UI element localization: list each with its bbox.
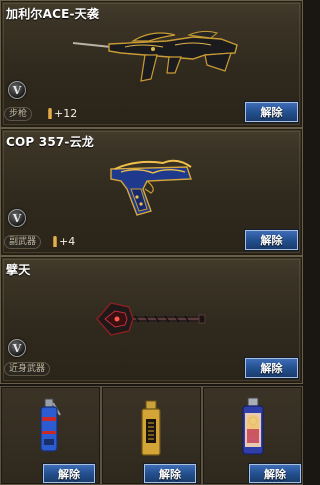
v-badge: V bbox=[8, 209, 26, 227]
pistol-icon bbox=[110, 159, 192, 216]
bullet-icon bbox=[53, 236, 57, 247]
throwable-slot-flashbang: 解除 bbox=[202, 386, 303, 485]
smoke-grenade-icon bbox=[141, 400, 161, 456]
melee-weapon-slot: 擘天 V 近身武器 解除 bbox=[0, 256, 303, 384]
unequip-button[interactable]: 解除 bbox=[42, 463, 96, 484]
ammo-bonus: +4 bbox=[53, 235, 75, 248]
assault-rifle-icon bbox=[72, 30, 238, 82]
weapon-name: 擘天 bbox=[6, 263, 31, 277]
unequip-button[interactable]: 解除 bbox=[244, 357, 299, 379]
category-tag: 近身武器 bbox=[4, 362, 51, 376]
v-badge: V bbox=[8, 81, 26, 99]
unequip-button[interactable]: 解除 bbox=[248, 463, 302, 484]
ammo-bonus-value: +4 bbox=[59, 235, 76, 248]
unequip-button[interactable]: 解除 bbox=[244, 229, 299, 251]
unequip-button[interactable]: 解除 bbox=[143, 463, 197, 484]
weapon-name: COP 357-云龙 bbox=[6, 135, 95, 149]
throwable-slot-grenade: 解除 bbox=[0, 386, 101, 485]
weapon-name: 加利尔ACE-天袭 bbox=[6, 7, 100, 21]
ammo-bonus: +12 bbox=[48, 107, 77, 120]
flashbang-icon bbox=[242, 397, 264, 455]
unequip-button[interactable]: 解除 bbox=[244, 101, 299, 123]
category-tag: 步枪 bbox=[4, 107, 33, 121]
ammo-bonus-value: +12 bbox=[54, 107, 78, 120]
grenade-icon bbox=[40, 398, 61, 452]
v-badge: V bbox=[8, 339, 26, 357]
throwable-slot-smoke: 解除 bbox=[101, 386, 202, 485]
category-tag: 副武器 bbox=[4, 235, 42, 249]
primary-weapon-slot: 加利尔ACE-天袭 V 步枪 +12 解除 bbox=[0, 0, 303, 128]
secondary-weapon-slot: COP 357-云龙 V 副武器 +4 解除 bbox=[0, 128, 303, 256]
shovel-icon bbox=[96, 302, 206, 336]
bullet-icon bbox=[48, 108, 52, 119]
